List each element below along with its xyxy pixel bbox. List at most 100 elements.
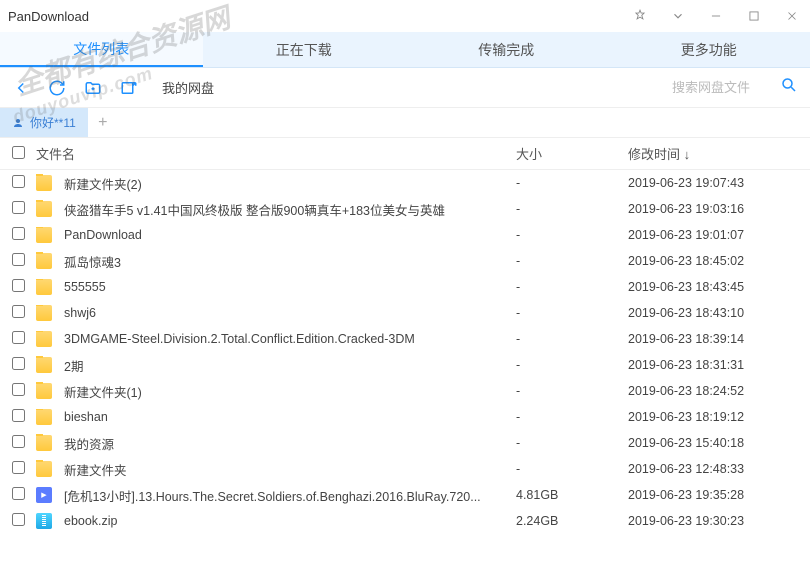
account-tabs: 你好**11 + <box>0 108 810 138</box>
folder-icon <box>36 461 52 477</box>
folder-icon <box>36 227 52 243</box>
file-size: - <box>516 280 628 294</box>
file-date: 2019-06-23 19:07:43 <box>628 176 798 190</box>
row-checkbox[interactable] <box>12 357 25 370</box>
new-folder-button[interactable] <box>84 79 102 97</box>
file-row[interactable]: 555555-2019-06-23 18:43:45 <box>0 274 810 300</box>
file-size: 2.24GB <box>516 514 628 528</box>
toolbar: 我的网盘 <box>0 68 810 108</box>
row-checkbox[interactable] <box>12 435 25 448</box>
app-title: PanDownload <box>8 9 630 24</box>
row-checkbox[interactable] <box>12 331 25 344</box>
file-size: - <box>516 254 628 268</box>
add-account-button[interactable]: + <box>88 114 118 132</box>
file-name: 孤岛惊魂3 <box>64 252 121 271</box>
file-row[interactable]: 侠盗猎车手5 v1.41中国风终极版 整合版900辆真车+183位美女与英雄 -2… <box>0 196 810 222</box>
search-icon[interactable] <box>780 76 798 99</box>
file-name: PanDownload <box>64 228 142 242</box>
file-row[interactable]: shwj6 -2019-06-23 18:43:10 <box>0 300 810 326</box>
tab-3[interactable]: 更多功能 <box>608 32 810 67</box>
maximize-icon[interactable] <box>744 6 764 26</box>
row-checkbox[interactable] <box>12 201 25 214</box>
file-date: 2019-06-23 18:24:52 <box>628 384 798 398</box>
titlebar: PanDownload <box>0 0 810 32</box>
file-name: 侠盗猎车手5 v1.41中国风终极版 整合版900辆真车+183位美女与英雄 <box>64 200 445 219</box>
file-date: 2019-06-23 18:39:14 <box>628 332 798 346</box>
row-checkbox[interactable] <box>12 253 25 266</box>
file-size: - <box>516 176 628 190</box>
file-date: 2019-06-23 18:43:45 <box>628 280 798 294</box>
zip-icon <box>36 513 52 529</box>
file-name: 2期 <box>64 356 83 375</box>
file-row[interactable]: 孤岛惊魂3-2019-06-23 18:45:02 <box>0 248 810 274</box>
file-size: - <box>516 332 628 346</box>
folder-icon <box>36 383 52 399</box>
file-size: - <box>516 436 628 450</box>
row-checkbox[interactable] <box>12 513 25 526</box>
user-icon <box>12 117 24 129</box>
file-row[interactable]: 2期 -2019-06-23 18:31:31 <box>0 352 810 378</box>
row-checkbox[interactable] <box>12 227 25 240</box>
refresh-button[interactable] <box>48 79 66 97</box>
file-row[interactable]: 新建文件夹(2) -2019-06-23 19:07:43 <box>0 170 810 196</box>
file-date: 2019-06-23 18:43:10 <box>628 306 798 320</box>
column-header-date[interactable]: 修改时间 ↓ <box>628 144 798 163</box>
file-row[interactable]: 新建文件夹-2019-06-23 12:48:33 <box>0 456 810 482</box>
file-size: - <box>516 306 628 320</box>
file-row[interactable]: [危机13小时].13.Hours.The.Secret.Soldiers.of… <box>0 482 810 508</box>
folder-icon <box>36 357 52 373</box>
menu-icon[interactable] <box>668 6 688 26</box>
back-button[interactable] <box>12 79 30 97</box>
file-size: - <box>516 202 628 216</box>
file-name: 新建文件夹 <box>64 460 127 479</box>
file-name: 3DMGAME-Steel.Division.2.Total.Conflict.… <box>64 332 415 346</box>
row-checkbox[interactable] <box>12 487 25 500</box>
file-date: 2019-06-23 18:31:31 <box>628 358 798 372</box>
folder-icon <box>36 409 52 425</box>
column-header-name[interactable]: 文件名 <box>36 144 516 163</box>
video-icon <box>36 487 52 503</box>
minimize-icon[interactable] <box>706 6 726 26</box>
file-row[interactable]: ebook.zip2.24GB2019-06-23 19:30:23 <box>0 508 810 534</box>
folder-icon <box>36 435 52 451</box>
share-button[interactable] <box>120 79 138 97</box>
folder-icon <box>36 279 52 295</box>
row-checkbox[interactable] <box>12 383 25 396</box>
theme-icon[interactable] <box>630 6 650 26</box>
file-date: 2019-06-23 18:19:12 <box>628 410 798 424</box>
tab-1[interactable]: 正在下载 <box>203 32 406 67</box>
account-tab[interactable]: 你好**11 <box>0 108 88 137</box>
row-checkbox[interactable] <box>12 279 25 292</box>
row-checkbox[interactable] <box>12 461 25 474</box>
file-name: ebook.zip <box>64 514 118 528</box>
file-name: [危机13小时].13.Hours.The.Secret.Soldiers.of… <box>64 486 481 505</box>
file-row[interactable]: 3DMGAME-Steel.Division.2.Total.Conflict.… <box>0 326 810 352</box>
file-size: - <box>516 358 628 372</box>
file-date: 2019-06-23 19:35:28 <box>628 488 798 502</box>
breadcrumb[interactable]: 我的网盘 <box>162 78 214 97</box>
search-input[interactable] <box>672 80 772 95</box>
file-list: 新建文件夹(2)-2019-06-23 19:07:43侠盗猎车手5 v1.41… <box>0 170 810 534</box>
list-header: 文件名 大小 修改时间 ↓ <box>0 138 810 170</box>
select-all-checkbox[interactable] <box>12 146 25 159</box>
file-row[interactable]: 我的资源 -2019-06-23 15:40:18 <box>0 430 810 456</box>
file-date: 2019-06-23 15:40:18 <box>628 436 798 450</box>
file-date: 2019-06-23 19:03:16 <box>628 202 798 216</box>
file-name: 我的资源 <box>64 434 114 453</box>
file-row[interactable]: 新建文件夹(1)-2019-06-23 18:24:52 <box>0 378 810 404</box>
folder-icon <box>36 201 52 217</box>
row-checkbox[interactable] <box>12 409 25 422</box>
row-checkbox[interactable] <box>12 305 25 318</box>
tab-0[interactable]: 文件列表 <box>0 32 203 67</box>
row-checkbox[interactable] <box>12 175 25 188</box>
tab-2[interactable]: 传输完成 <box>405 32 608 67</box>
file-date: 2019-06-23 19:01:07 <box>628 228 798 242</box>
file-row[interactable]: bieshan-2019-06-23 18:19:12 <box>0 404 810 430</box>
file-row[interactable]: PanDownload-2019-06-23 19:01:07 <box>0 222 810 248</box>
close-icon[interactable] <box>782 6 802 26</box>
file-name: 新建文件夹(2) <box>64 174 142 193</box>
file-size: - <box>516 462 628 476</box>
file-name: shwj6 <box>64 306 96 320</box>
column-header-size[interactable]: 大小 <box>516 144 628 163</box>
file-size: 4.81GB <box>516 488 628 502</box>
